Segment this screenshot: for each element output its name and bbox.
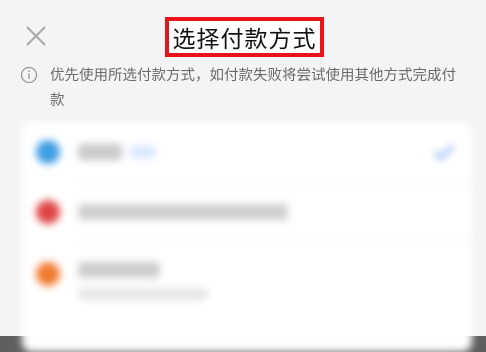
payment-method-icon xyxy=(36,262,60,286)
page-title: 选择付款方式 xyxy=(172,27,317,53)
payment-method-sheet: 选择付款方式 优先使用所选付款方式，如付款失败将尝试使用其他方式完成付款 xyxy=(0,0,486,352)
payment-method-sublabel xyxy=(78,288,208,300)
info-icon xyxy=(20,66,38,84)
payment-method-badge xyxy=(130,146,156,158)
close-icon[interactable] xyxy=(24,24,48,48)
payment-method-row[interactable] xyxy=(22,242,472,302)
check-icon xyxy=(434,145,454,160)
payment-method-row[interactable] xyxy=(22,182,472,242)
payment-method-list xyxy=(22,122,472,352)
payment-method-label xyxy=(78,204,288,220)
sheet-header: 选择付款方式 xyxy=(0,0,486,62)
payment-method-icon xyxy=(36,200,60,224)
title-highlight-box: 选择付款方式 xyxy=(165,17,324,57)
notice-text: 优先使用所选付款方式，如付款失败将尝试使用其他方式完成付款 xyxy=(50,68,456,109)
payment-method-label xyxy=(78,144,122,160)
payment-method-icon xyxy=(36,140,60,164)
payment-method-row[interactable] xyxy=(22,122,472,182)
payment-method-label xyxy=(78,262,160,278)
